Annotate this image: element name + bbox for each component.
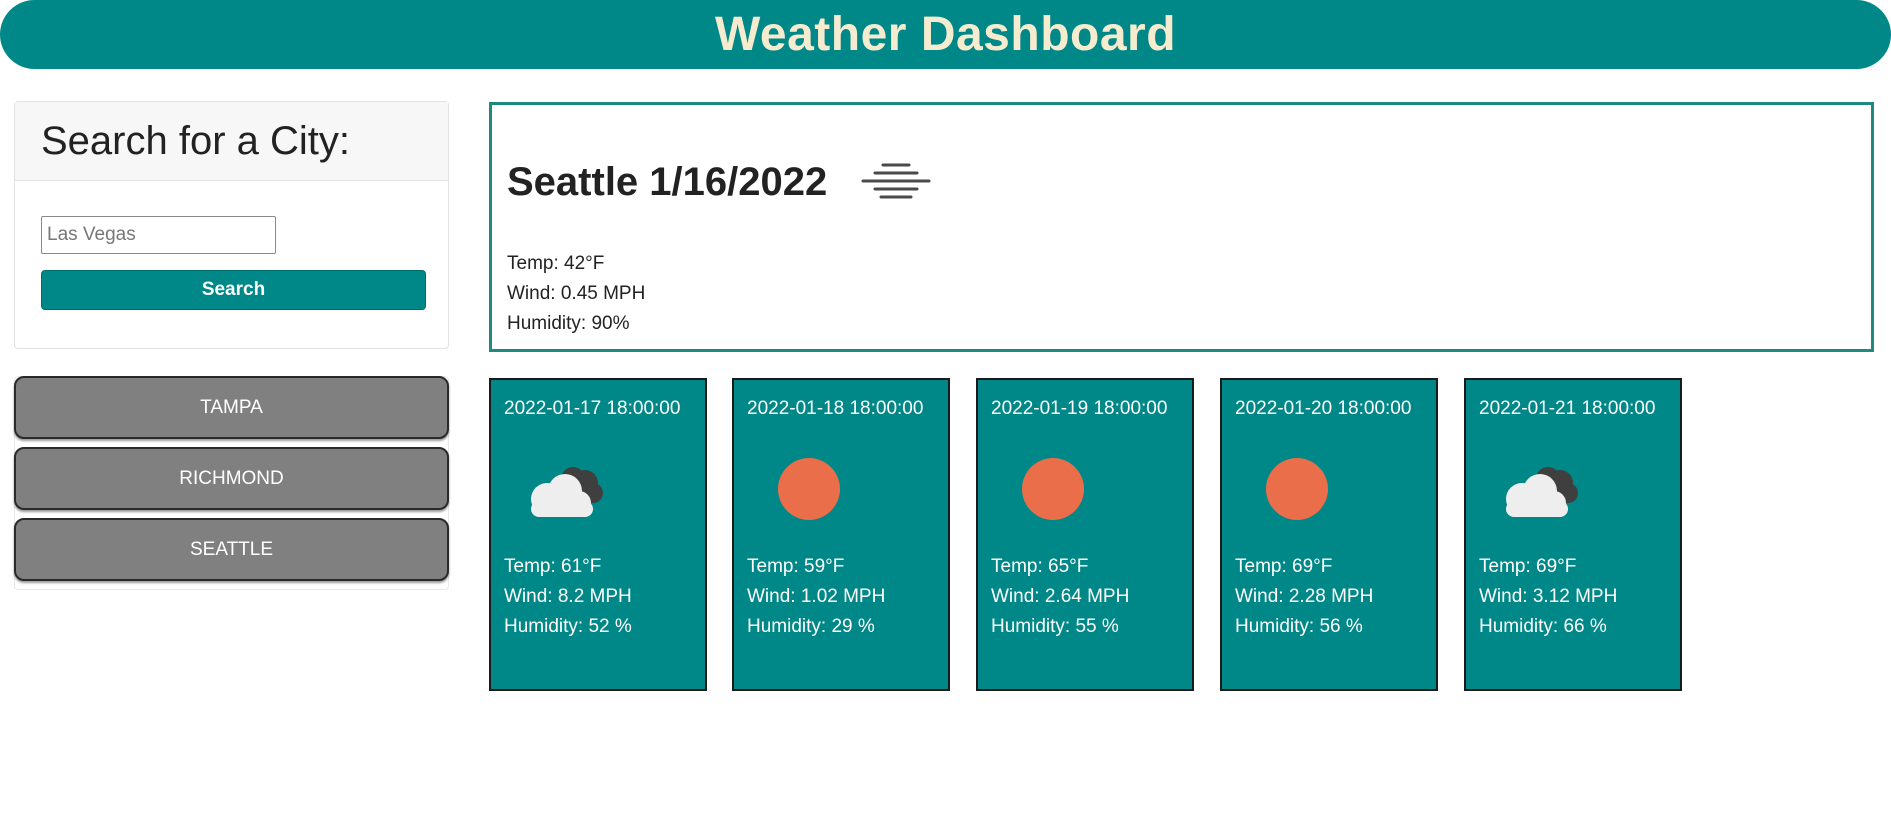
forecast-card: 2022-01-20 18:00:00 Temp: 69°F Wind: 2.2…: [1220, 378, 1438, 691]
forecast-wind: Wind: 2.28 MPH: [1235, 586, 1374, 607]
forecast-humidity: Humidity: 52 %: [504, 616, 632, 637]
forecast-stats: Temp: 69°F Wind: 3.12 MPH Humidity: 66 %: [1479, 552, 1617, 642]
search-card: Search for a City: Search: [14, 101, 449, 349]
search-heading: Search for a City:: [41, 118, 351, 163]
current-weather-title-row: Seattle 1/16/2022: [507, 153, 931, 212]
current-weather-stats: Temp: 42°F Wind: 0.45 MPH Humidity: 90%: [507, 249, 645, 339]
history-button-seattle[interactable]: SEATTLE: [14, 518, 449, 581]
forecast-stats: Temp: 61°F Wind: 8.2 MPH Humidity: 52 %: [504, 552, 632, 642]
forecast-card: 2022-01-18 18:00:00 Temp: 59°F Wind: 1.0…: [732, 378, 950, 691]
forecast-temp: Temp: 59°F: [747, 556, 845, 577]
fog-icon: [861, 159, 931, 212]
forecast-wind: Wind: 3.12 MPH: [1479, 586, 1618, 607]
forecast-wind: Wind: 1.02 MPH: [747, 586, 886, 607]
city-search-input[interactable]: [41, 216, 276, 254]
forecast-stats: Temp: 65°F Wind: 2.64 MPH Humidity: 55 %: [991, 552, 1129, 642]
forecast-card: 2022-01-21 18:00:00 Temp: 69°F Wind: 3.1…: [1464, 378, 1682, 691]
history-button-tampa[interactable]: TAMPA: [14, 376, 449, 439]
forecast-date: 2022-01-18 18:00:00: [747, 398, 924, 419]
forecast-temp: Temp: 69°F: [1235, 556, 1333, 577]
forecast-date: 2022-01-19 18:00:00: [991, 398, 1168, 419]
forecast-humidity: Humidity: 55 %: [991, 616, 1119, 637]
current-humidity: Humidity: 90%: [507, 313, 630, 334]
forecast-card: 2022-01-19 18:00:00 Temp: 65°F Wind: 2.6…: [976, 378, 1194, 691]
current-city-date: Seattle 1/16/2022: [507, 160, 828, 204]
search-history-list: TAMPA RICHMOND SEATTLE: [14, 376, 449, 590]
sun-icon: [1252, 455, 1342, 525]
forecast-humidity: Humidity: 56 %: [1235, 616, 1363, 637]
forecast-stats: Temp: 69°F Wind: 2.28 MPH Humidity: 56 %: [1235, 552, 1373, 642]
history-button-richmond[interactable]: RICHMOND: [14, 447, 449, 510]
forecast-wind: Wind: 8.2 MPH: [504, 586, 632, 607]
forecast-stats: Temp: 59°F Wind: 1.02 MPH Humidity: 29 %: [747, 552, 885, 642]
forecast-card: 2022-01-17 18:00:00 Temp: 61°F Wind: 8.2…: [489, 378, 707, 691]
forecast-temp: Temp: 65°F: [991, 556, 1089, 577]
sun-icon: [764, 455, 854, 525]
page-header: Weather Dashboard: [0, 0, 1891, 69]
cloudy-icon: [521, 455, 611, 525]
forecast-date: 2022-01-17 18:00:00: [504, 398, 681, 419]
forecast-date: 2022-01-20 18:00:00: [1235, 398, 1412, 419]
current-weather-panel: Seattle 1/16/2022 Temp: 42°F Wind: 0.45 …: [489, 102, 1874, 352]
current-wind: Wind: 0.45 MPH: [507, 283, 646, 304]
search-card-header: Search for a City:: [15, 102, 448, 181]
forecast-wind: Wind: 2.64 MPH: [991, 586, 1130, 607]
forecast-humidity: Humidity: 29 %: [747, 616, 875, 637]
forecast-temp: Temp: 61°F: [504, 556, 602, 577]
cloudy-icon: [1496, 455, 1586, 525]
forecast-date: 2022-01-21 18:00:00: [1479, 398, 1656, 419]
current-temp: Temp: 42°F: [507, 253, 605, 274]
search-button[interactable]: Search: [41, 270, 426, 310]
forecast-humidity: Humidity: 66 %: [1479, 616, 1607, 637]
page-title: Weather Dashboard: [714, 8, 1177, 61]
sun-icon: [1008, 455, 1098, 525]
forecast-temp: Temp: 69°F: [1479, 556, 1577, 577]
